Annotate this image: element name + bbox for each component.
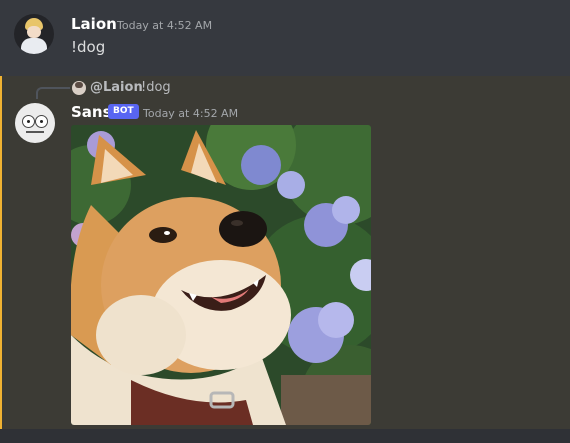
- bot-badge: BOT: [108, 104, 139, 119]
- dog-photo-illustration: [71, 125, 371, 425]
- timestamp[interactable]: Today at 4:52 AM: [143, 107, 238, 120]
- message-content: !dog: [71, 38, 106, 56]
- avatar[interactable]: [15, 103, 55, 143]
- avatar[interactable]: [14, 14, 54, 54]
- mention-highlight-bar: [0, 76, 2, 443]
- avatar-right-eye: [35, 115, 48, 128]
- message-laion: Laion Today at 4:52 AM !dog: [0, 0, 570, 76]
- avatar-face: [27, 26, 41, 38]
- avatar-body: [21, 38, 47, 54]
- avatar-left-eye: [22, 115, 35, 128]
- message-composer-edge: [0, 429, 570, 443]
- reply-avatar[interactable]: [72, 81, 86, 95]
- reply-content[interactable]: !dog: [141, 80, 171, 95]
- username[interactable]: Laion: [71, 15, 117, 33]
- reply-avatar-hair: [75, 82, 83, 88]
- reply-connector: [36, 87, 70, 99]
- avatar-mouth: [26, 131, 44, 133]
- username[interactable]: Sans: [71, 103, 112, 121]
- reply-username[interactable]: @Laion: [90, 80, 143, 95]
- timestamp[interactable]: Today at 4:52 AM: [117, 19, 212, 32]
- dog-image-attachment[interactable]: [71, 125, 371, 425]
